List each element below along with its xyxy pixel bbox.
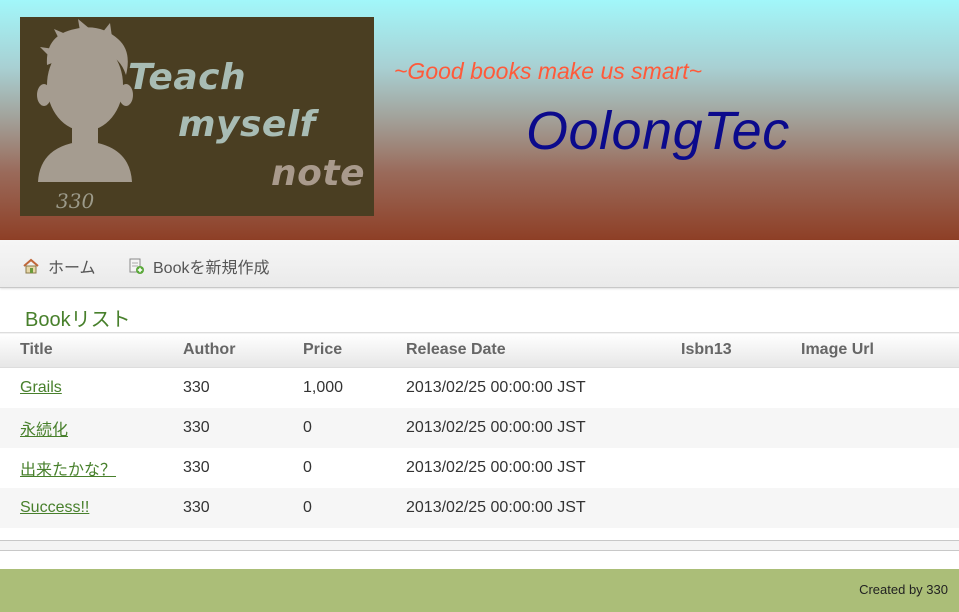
table-row: 出来たかな？ 330 0 2013/02/25 00:00:00 JST xyxy=(0,448,959,488)
table-row: Success!! 330 0 2013/02/25 00:00:00 JST xyxy=(0,488,959,528)
cell-image-url xyxy=(801,367,959,408)
cell-price: 0 xyxy=(303,448,406,488)
column-header-release-date[interactable]: Release Date xyxy=(406,332,681,368)
column-header-price[interactable]: Price xyxy=(303,332,406,368)
book-title-link[interactable]: 永続化 xyxy=(20,422,68,439)
book-title-link[interactable]: Success!! xyxy=(20,499,89,516)
cell-title: Success!! xyxy=(0,488,183,528)
new-document-icon xyxy=(127,257,145,275)
column-header-title[interactable]: Title xyxy=(0,332,183,368)
cell-price: 0 xyxy=(303,408,406,448)
logo-text-myself: myself xyxy=(178,104,316,145)
cell-author: 330 xyxy=(183,408,303,448)
cell-release-date: 2013/02/25 00:00:00 JST xyxy=(406,448,681,488)
logo-text-teach: Teach xyxy=(128,57,247,98)
cell-isbn13 xyxy=(681,367,801,408)
nav-bar: ホーム Bookを新規作成 xyxy=(0,240,959,288)
logo-text-note: note xyxy=(271,153,365,194)
book-list-heading: Bookリスト xyxy=(25,309,131,331)
cell-isbn13 xyxy=(681,408,801,448)
house-icon xyxy=(22,257,40,275)
cell-title: 出来たかな？ xyxy=(0,448,183,488)
book-title-link[interactable]: Grails xyxy=(20,379,62,396)
cell-release-date: 2013/02/25 00:00:00 JST xyxy=(406,488,681,528)
site-tagline: ~Good books make us smart~ xyxy=(394,58,703,84)
cell-image-url xyxy=(801,408,959,448)
book-table-container: Title Author Price Release Date Isbn13 I… xyxy=(0,332,959,528)
cell-price: 0 xyxy=(303,488,406,528)
nav-create-book-link[interactable]: Bookを新規作成 xyxy=(127,254,269,278)
column-header-isbn13[interactable]: Isbn13 xyxy=(681,332,801,368)
cell-author: 330 xyxy=(183,488,303,528)
cell-isbn13 xyxy=(681,448,801,488)
site-logo[interactable]: Teach myself note 330 xyxy=(20,17,374,216)
cell-image-url xyxy=(801,488,959,528)
cell-image-url xyxy=(801,448,959,488)
nav-home-link[interactable]: ホーム xyxy=(22,254,96,278)
site-title: OolongTec xyxy=(526,101,790,161)
cell-isbn13 xyxy=(681,488,801,528)
page: Teach myself note 330 ~Good books make u… xyxy=(0,0,959,612)
cell-release-date: 2013/02/25 00:00:00 JST xyxy=(406,367,681,408)
logo-signature: 330 xyxy=(56,189,95,213)
site-header: Teach myself note 330 ~Good books make u… xyxy=(0,0,959,240)
column-header-image-url[interactable]: Image Url xyxy=(801,332,959,368)
table-row: 永続化 330 0 2013/02/25 00:00:00 JST xyxy=(0,408,959,448)
nav-home-label: ホーム xyxy=(48,260,96,277)
cell-title: 永続化 xyxy=(0,408,183,448)
column-header-author[interactable]: Author xyxy=(183,332,303,368)
site-footer: Created by 330 xyxy=(0,569,959,612)
cell-author: 330 xyxy=(183,448,303,488)
pagination-divider xyxy=(0,540,959,551)
cell-release-date: 2013/02/25 00:00:00 JST xyxy=(406,408,681,448)
footer-credit: Created by 330 xyxy=(859,582,948,597)
nav-create-label: Bookを新規作成 xyxy=(153,260,270,277)
book-title-link[interactable]: 出来たかな？ xyxy=(20,462,116,479)
table-header-row: Title Author Price Release Date Isbn13 I… xyxy=(0,332,959,368)
book-table: Title Author Price Release Date Isbn13 I… xyxy=(0,332,959,528)
cell-author: 330 xyxy=(183,367,303,408)
table-row: Grails 330 1,000 2013/02/25 00:00:00 JST xyxy=(0,367,959,408)
cell-title: Grails xyxy=(0,367,183,408)
cell-price: 1,000 xyxy=(303,367,406,408)
